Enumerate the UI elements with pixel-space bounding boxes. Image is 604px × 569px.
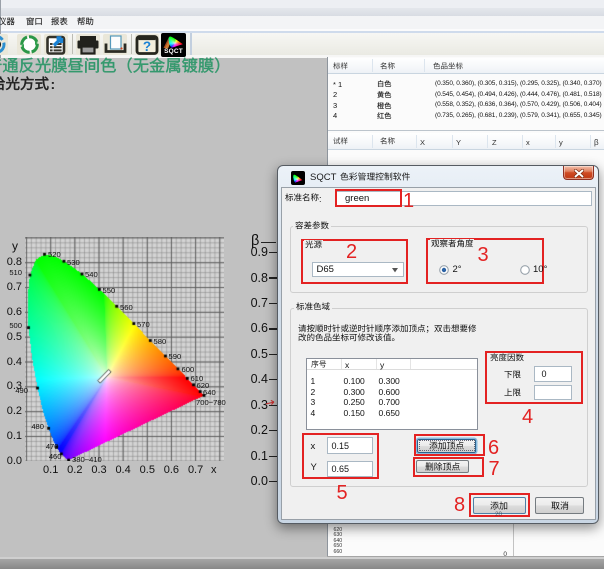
svg-text:?: ? — [143, 39, 151, 54]
